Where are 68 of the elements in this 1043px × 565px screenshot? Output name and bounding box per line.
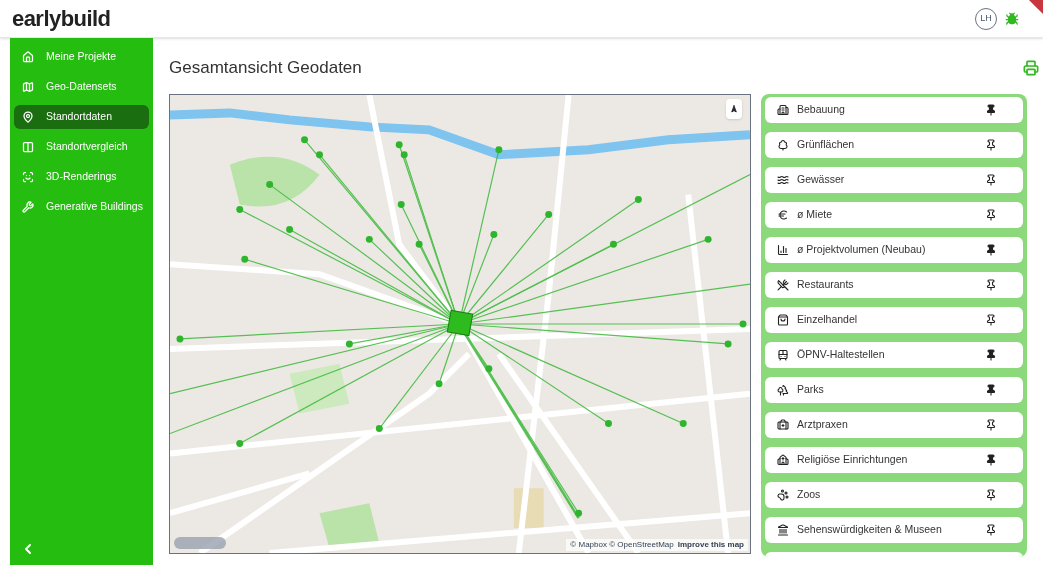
layer-icon: [777, 279, 789, 291]
layer-label: ø Miete: [797, 207, 832, 223]
layer-icon: [777, 104, 789, 116]
layer-card[interactable]: ø Miete: [765, 202, 1023, 228]
pin-icon[interactable]: [985, 209, 997, 221]
layer-card[interactable]: Zoos: [765, 482, 1023, 508]
page-title: Gesamtansicht Geodaten: [169, 57, 362, 80]
layer-card[interactable]: Bebauung: [765, 97, 1023, 123]
layer-card[interactable]: Restaurants: [765, 272, 1023, 298]
compass-button[interactable]: [726, 99, 742, 119]
pin-icon[interactable]: [985, 314, 997, 326]
pin-icon[interactable]: [985, 524, 997, 536]
pin-icon[interactable]: [985, 139, 997, 151]
layer-icon: [777, 524, 789, 536]
layer-icon: [777, 314, 789, 326]
layer-icon: [777, 384, 789, 396]
layer-label: Bebauung: [797, 102, 845, 118]
layer-card[interactable]: ÖPNV-Haltestellen: [765, 342, 1023, 368]
layer-label: Zoos: [797, 487, 821, 503]
layer-label: Restaurants: [797, 277, 854, 293]
layer-label: Religiöse Einrichtungen: [797, 452, 908, 468]
pin-icon[interactable]: [985, 489, 997, 501]
layer-icon: [777, 174, 789, 186]
layer-label: Grünflächen: [797, 137, 855, 153]
bug-icon[interactable]: [1005, 11, 1019, 26]
pin-icon[interactable]: [985, 384, 997, 396]
layer-icon: [777, 349, 789, 361]
layer-icon: [777, 489, 789, 501]
layer-card[interactable]: Religiöse Einrichtungen: [765, 447, 1023, 473]
pin-icon[interactable]: [985, 174, 997, 186]
layer-card[interactable]: Grünflächen: [765, 132, 1023, 158]
pin-icon[interactable]: [985, 454, 997, 466]
layer-card[interactable]: ø Projektvolumen (Neubau): [765, 237, 1023, 263]
print-icon[interactable]: [1023, 60, 1039, 76]
layer-card[interactable]: Parks: [765, 377, 1023, 403]
layer-icon: [777, 454, 789, 466]
nav-icon: [22, 81, 34, 93]
improve-map-link[interactable]: Improve this map: [677, 539, 744, 551]
app-logo[interactable]: earlybuild: [12, 2, 111, 35]
layer-label: Sehenswürdigkeiten & Museen: [797, 522, 942, 538]
sidebar-item[interactable]: Standortdaten: [14, 105, 149, 129]
nav-icon: [22, 51, 34, 63]
layer-label: Gewässer: [797, 172, 845, 188]
layer-card[interactable]: Arztpraxen: [765, 412, 1023, 438]
nav-icon: [22, 141, 34, 153]
nav-icon: [22, 171, 34, 183]
nav-icon: [22, 201, 34, 213]
nav-icon: [22, 111, 34, 123]
layer-icon: [777, 244, 789, 256]
pin-icon[interactable]: [985, 104, 997, 116]
layer-label: ÖPNV-Haltestellen: [797, 347, 885, 363]
pin-icon[interactable]: [985, 279, 997, 291]
layer-card[interactable]: Gewässer: [765, 167, 1023, 193]
pin-icon[interactable]: [985, 349, 997, 361]
map-attribution: © Mapbox © OpenStreetMap: [570, 539, 674, 551]
layer-icon: [777, 139, 789, 151]
layer-card[interactable]: Sehenswürdigkeiten & Museen: [765, 517, 1023, 543]
map[interactable]: © Mapbox © OpenStreetMap Improve this map: [169, 94, 751, 554]
layer-label: ø Projektvolumen (Neubau): [797, 242, 926, 258]
layer-card[interactable]: Einzelhandel: [765, 307, 1023, 333]
pin-icon[interactable]: [985, 419, 997, 431]
layer-label: Arztpraxen: [797, 417, 848, 433]
layer-icon: [777, 209, 789, 221]
layer-label: Einzelhandel: [797, 312, 858, 328]
layer-label: Parks: [797, 382, 824, 398]
layer-icon: [777, 419, 789, 431]
pin-icon[interactable]: [985, 244, 997, 256]
compass-icon: [730, 105, 738, 113]
